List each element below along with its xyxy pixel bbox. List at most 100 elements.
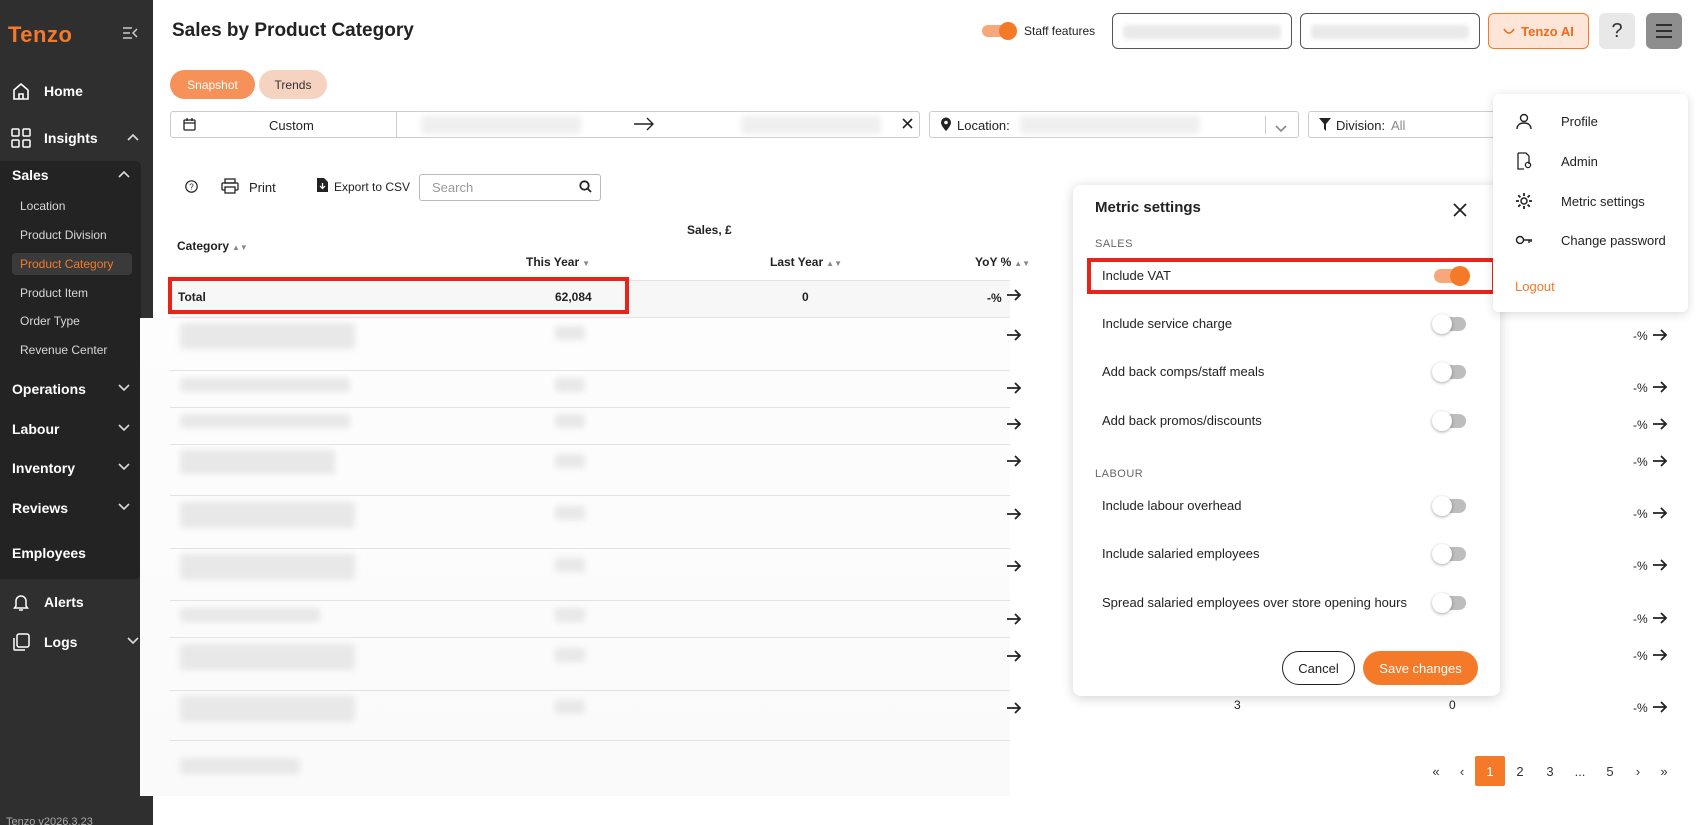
sidebar-subitem-product-division[interactable]: Product Division [12,224,132,246]
collapse-sidebar-icon[interactable] [122,26,140,42]
pagination-page-3[interactable]: 3 [1540,756,1560,786]
printer-icon [221,178,239,197]
pagination-page-1[interactable]: 1 [1475,756,1505,786]
sort-desc-icon: ▼ [582,259,591,268]
sidebar-item-label: Alerts [44,594,84,610]
sidebar-subitem-order-type[interactable]: Order Type [12,310,132,332]
date-mode-label[interactable]: Custom [269,118,314,133]
division-filter[interactable]: Division: All [1308,111,1498,138]
tenzo-logo[interactable]: Tenzo [8,22,72,48]
pagination-first[interactable]: « [1426,756,1446,786]
sidebar-item-home[interactable]: Home [0,72,153,110]
arrow-right-icon[interactable] [1652,327,1668,348]
arrow-right-icon[interactable] [1006,453,1022,474]
menu-item-metric-settings[interactable]: Metric settings [1493,186,1688,216]
toggle-add-back-promos[interactable] [1432,411,1466,431]
tab-trends[interactable]: Trends [259,70,327,99]
toggle-spread-salaried[interactable] [1432,593,1466,613]
arrow-right-icon[interactable] [1652,505,1668,526]
sidebar-item-label: Logs [44,634,78,650]
chevron-down-icon[interactable] [1275,121,1287,136]
tenzo-ai-button[interactable]: Tenzo AI [1488,13,1589,49]
arrow-right-icon[interactable] [1652,557,1668,578]
tab-snapshot[interactable]: Snapshot [170,70,255,99]
header-selector-1[interactable] [1112,13,1292,49]
blurred-table-rows [140,318,1010,796]
sidebar-item-sales[interactable]: Sales [12,167,130,183]
division-filter-label: Division: [1336,118,1386,133]
arrow-right-icon[interactable] [1006,380,1022,401]
sidebar-item-label: Inventory [12,460,76,476]
info-icon[interactable]: ? [185,180,198,193]
location-filter[interactable]: Location: [929,111,1299,138]
last-row-value-b: 0 [1449,698,1456,712]
pagination-page-5[interactable]: 5 [1600,756,1620,786]
pagination-last[interactable]: » [1654,756,1674,786]
arrow-right-icon[interactable] [1006,558,1022,579]
logout-link[interactable]: Logout [1515,279,1555,294]
last-row-value-a: 3 [1234,698,1241,712]
col-label: YoY % [975,255,1012,269]
sidebar-item-label: Sales [12,167,49,183]
sidebar-item-alerts[interactable]: Alerts [0,583,153,621]
help-button[interactable]: ? [1599,13,1635,49]
print-button[interactable]: Print [221,178,276,197]
sidebar-subitem-location[interactable]: Location [12,195,132,217]
arrow-right-icon[interactable] [1006,287,1022,308]
chevron-down-icon [118,502,130,514]
sidebar-item-operations[interactable]: Operations [12,381,130,397]
col-header-category[interactable]: Category ▲▼ [177,239,248,253]
toggle-add-back-comps[interactable] [1432,362,1466,382]
sidebar-subitem-revenue-center[interactable]: Revenue Center [12,339,132,361]
arrow-right-icon[interactable] [1652,699,1668,720]
toggle-include-labour-overhead[interactable] [1432,496,1466,516]
search-icon[interactable] [579,180,592,196]
key-icon [1515,231,1533,249]
sidebar-subitem-product-category[interactable]: Product Category [12,253,132,275]
pagination-prev[interactable]: ‹ [1452,756,1472,786]
sidebar-item-logs[interactable]: Logs [0,623,153,661]
option-include-service-charge: Include service charge [1102,316,1233,331]
sidebar-item-labour[interactable]: Labour [12,421,130,437]
col-header-this-year[interactable]: This Year ▼ [526,255,590,269]
hamburger-menu-button[interactable] [1646,13,1682,49]
arrow-right-icon[interactable] [1652,379,1668,400]
menu-item-admin[interactable]: Admin [1493,146,1688,176]
arrow-right-icon[interactable] [1652,610,1668,631]
arrow-right-icon[interactable] [1652,647,1668,668]
arrow-right-icon[interactable] [1652,416,1668,437]
col-header-last-year[interactable]: Last Year ▲▼ [770,255,842,269]
staff-features-toggle[interactable] [982,22,1018,40]
toggle-include-service-charge[interactable] [1432,314,1466,334]
col-header-yoy[interactable]: YoY % ▲▼ [975,255,1030,269]
header-selector-2[interactable] [1300,13,1480,49]
search-input[interactable]: Search [419,174,601,201]
pagination-next[interactable]: › [1628,756,1648,786]
arrow-right-icon[interactable] [1006,611,1022,632]
menu-item-label: Profile [1561,113,1598,129]
sidebar-item-insights[interactable]: Insights [0,119,153,157]
sidebar-item-employees[interactable]: Employees [12,545,86,561]
save-changes-button[interactable]: Save changes [1363,651,1478,685]
menu-item-profile[interactable]: Profile [1493,106,1688,136]
clear-date-icon[interactable] [901,117,914,133]
sidebar-item-reviews[interactable]: Reviews [12,500,130,516]
export-csv-button[interactable]: Export to CSV [317,178,410,195]
arrow-right-icon[interactable] [1652,453,1668,474]
menu-item-change-password[interactable]: Change password [1493,225,1688,255]
sidebar-item-inventory[interactable]: Inventory [12,460,130,476]
toggle-include-salaried-employees[interactable] [1432,544,1466,564]
close-icon[interactable] [1453,197,1467,223]
arrow-right-icon[interactable] [1006,416,1022,437]
arrow-right-icon[interactable] [1006,700,1022,721]
svg-text:?: ? [189,183,194,192]
cancel-button[interactable]: Cancel [1282,651,1355,685]
sales-group-header: Sales, £ [687,223,732,237]
arrow-right-icon[interactable] [1006,327,1022,348]
arrow-right-icon[interactable] [1006,648,1022,669]
sidebar-subitem-product-item[interactable]: Product Item [12,282,132,304]
date-range-filter[interactable]: Custom [170,111,920,138]
arrow-right-icon[interactable] [1006,506,1022,527]
pagination-page-2[interactable]: 2 [1510,756,1530,786]
user-menu: Profile Admin Metric settings Change pas… [1493,94,1688,312]
